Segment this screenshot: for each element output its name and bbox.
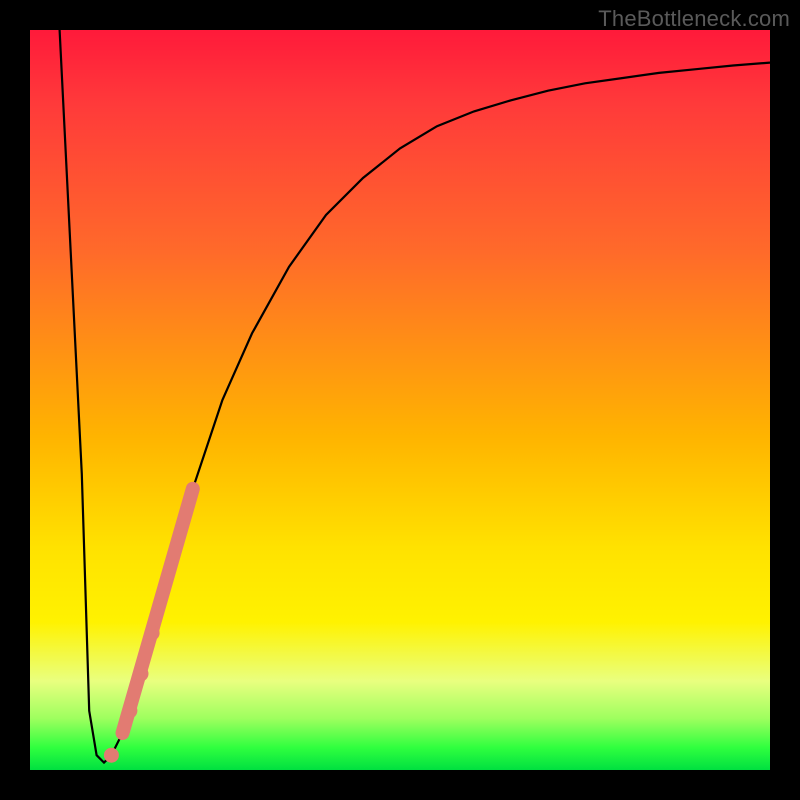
highlight-dot bbox=[122, 703, 137, 718]
highlight-dot bbox=[134, 666, 149, 681]
chart-svg bbox=[30, 30, 770, 770]
chart-frame: TheBottleneck.com bbox=[0, 0, 800, 800]
plot-area bbox=[30, 30, 770, 770]
highlight-segment bbox=[123, 489, 193, 733]
bottleneck-curve bbox=[60, 30, 770, 763]
highlight-dot bbox=[104, 748, 119, 763]
highlight-dot bbox=[145, 626, 160, 641]
watermark-text: TheBottleneck.com bbox=[598, 6, 790, 32]
